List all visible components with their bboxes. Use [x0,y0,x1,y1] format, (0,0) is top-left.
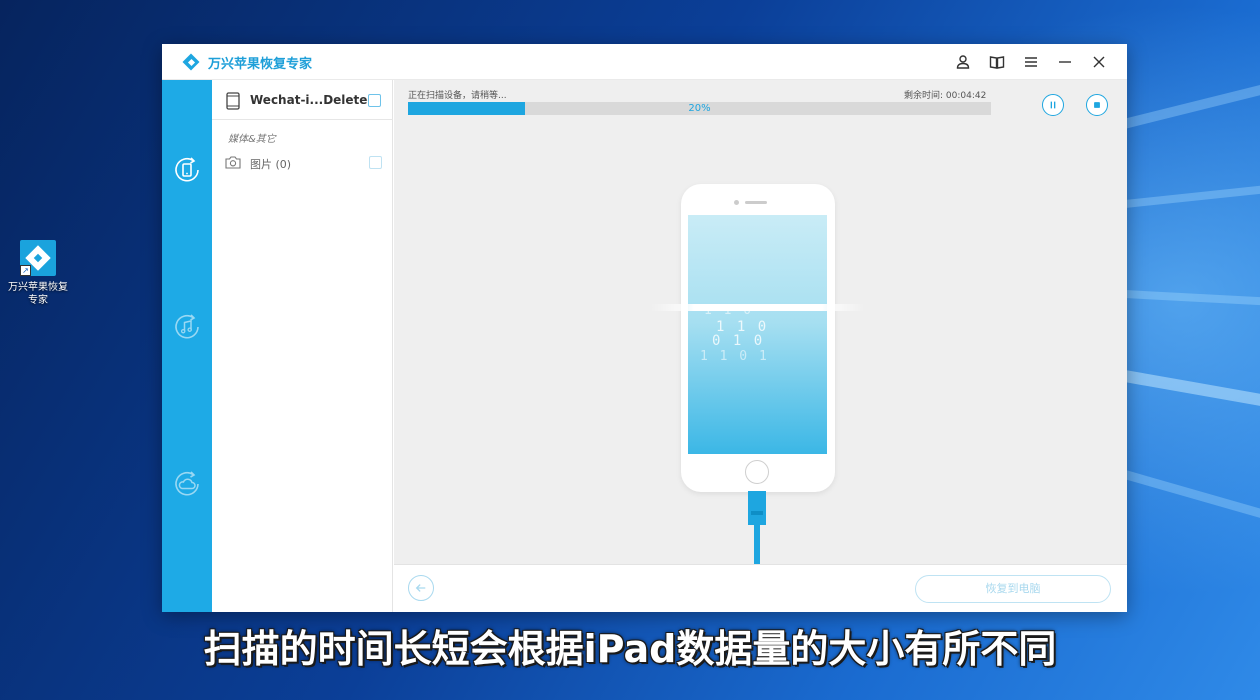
minimize-icon [1059,61,1071,63]
stop-button[interactable] [1086,94,1108,116]
section-label-media: 媒体&其它 [228,134,276,145]
scan-progress-label: 20% [688,103,711,114]
account-button[interactable] [951,50,975,74]
binary-row: 0 1 0 [712,333,765,349]
back-button[interactable] [408,575,434,601]
desktop-icon-label-line1: 万兴苹果恢复 [8,282,68,293]
phone-home-button [745,460,769,484]
photos-checkbox[interactable] [369,156,382,169]
shortcut-arrow-icon: ↗ [20,265,31,276]
desktop-shortcut-app[interactable]: ↗ 万兴苹果恢复 专家 [2,240,74,307]
phone-camera [734,200,739,205]
recover-from-itunes-icon [175,314,199,339]
recover-from-device-icon [175,157,199,182]
desktop-icon-label: 万兴苹果恢复 专家 [2,281,74,307]
light-beam [1123,470,1260,540]
device-row[interactable]: Wechat-i...Deleted [212,80,393,120]
pause-icon [1050,101,1056,109]
title-bar: 万兴苹果恢复专家 [162,44,1127,80]
menu-button[interactable] [1019,50,1043,74]
app-window: 万兴苹果恢复专家 Wechat-i...Deleted 媒体&其它 图片 (0)… [162,44,1127,612]
menu-icon [1025,57,1037,67]
light-beam [1118,66,1260,130]
device-name: Wechat-i...Deleted [250,93,377,107]
rail-recover-from-device[interactable] [171,154,203,186]
binary-row: 1 1 0 1 [700,349,769,364]
phone-illustration: 1 1 0 1 1 0 0 1 0 1 1 0 1 [651,184,865,492]
pause-button[interactable] [1042,94,1064,116]
arrow-left-icon [415,584,426,592]
video-subtitle: 扫描的时间长短会根据iPad数据量的大小有所不同 [203,627,1057,671]
guide-button[interactable] [985,50,1009,74]
category-panel: Wechat-i...Deleted 媒体&其它 图片 (0) [212,80,393,612]
app-logo-icon: ↗ [20,240,56,276]
remaining-time: 剩余时间: 00:04:42 [904,91,987,101]
category-item-photos[interactable]: 图片 (0) [212,152,393,176]
book-icon [989,56,1005,69]
recover-from-icloud-icon [175,471,199,496]
desktop-icon-label-line2: 专家 [28,295,48,306]
phone-speaker [745,201,767,204]
phone-screen: 1 1 0 1 1 0 0 1 0 1 1 0 1 [688,215,827,454]
rail-recover-from-itunes[interactable] [171,311,203,343]
app-title: 万兴苹果恢复专家 [208,57,313,72]
phone-body: 1 1 0 1 1 0 0 1 0 1 1 0 1 [681,184,835,492]
photos-label: 图片 (0) [250,158,292,171]
scan-progress-bar: 20% [408,102,991,115]
rail-recover-from-icloud[interactable] [171,468,203,500]
scan-status: 正在扫描设备，请稍等... [408,91,507,101]
close-icon [1093,56,1105,68]
light-beam [1124,290,1260,310]
usb-plug [748,491,766,525]
scan-line [651,304,865,311]
close-button[interactable] [1087,50,1111,74]
recover-to-computer-button[interactable]: 恢复到电脑 [915,575,1111,603]
device-checkbox[interactable] [368,94,381,107]
mode-rail [162,80,212,612]
scan-area: 正在扫描设备，请稍等... 剩余时间: 00:04:42 20% 1 1 0 1… [394,80,1127,612]
camera-icon [225,156,241,169]
stop-icon [1094,102,1100,108]
light-beam [1124,177,1260,208]
minimize-button[interactable] [1053,50,1077,74]
app-logo-icon [182,53,200,71]
phone-icon [226,92,240,110]
window-controls [951,50,1111,74]
bottom-bar: 恢复到电脑 [394,564,1127,612]
light-beam [1123,370,1260,421]
user-icon [956,55,970,69]
